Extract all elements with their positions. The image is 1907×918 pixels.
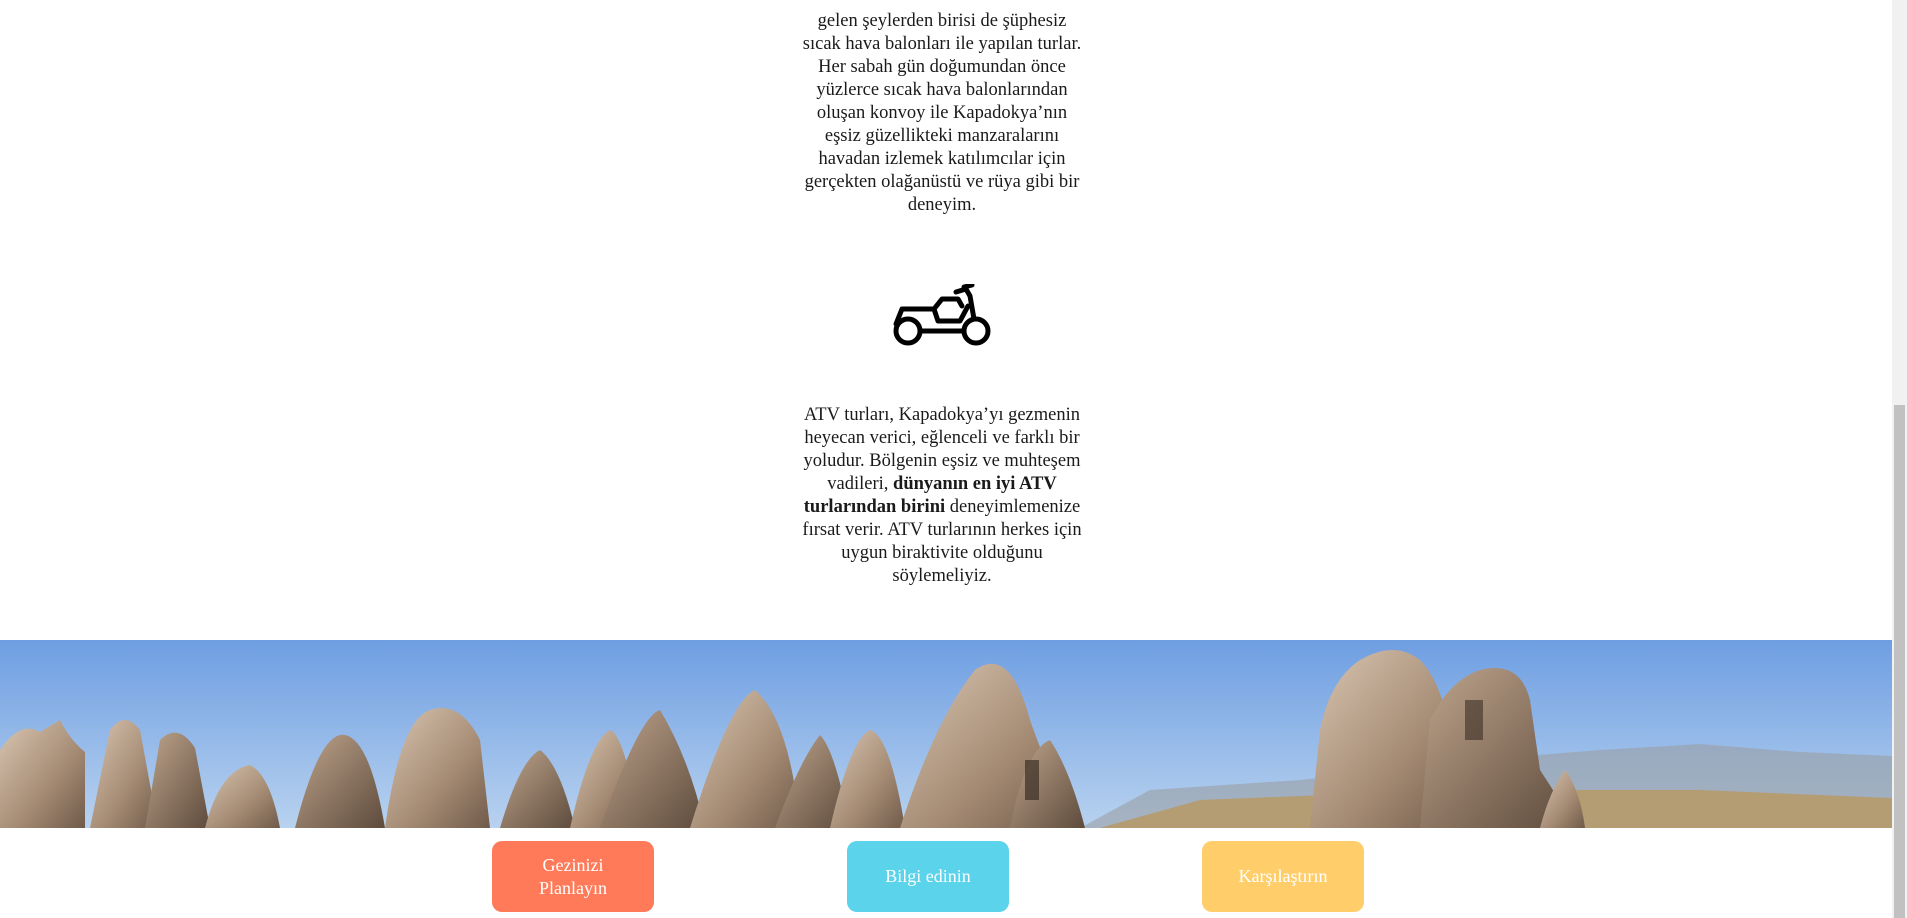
get-info-button[interactable]: Bilgi edinin: [847, 841, 1009, 912]
scrollbar-thumb[interactable]: [1894, 405, 1905, 918]
atv-icon: [893, 284, 991, 346]
page-content: gelen şeylerden birisi de şüphesiz sıcak…: [0, 0, 1892, 918]
cta-row: Gezinizi Planlayın Bilgi edinin Karşılaş…: [0, 828, 1892, 918]
compare-button[interactable]: Karşılaştırın: [1202, 841, 1364, 912]
cappadocia-banner-image: [0, 640, 1892, 828]
atv-tour-description: ATV turları, Kapadokya’yı gezmenin heyec…: [798, 404, 1086, 588]
plan-trip-button[interactable]: Gezinizi Planlayın: [492, 841, 654, 912]
balloon-tour-description: gelen şeylerden birisi de şüphesiz sıcak…: [802, 10, 1082, 215]
vertical-scrollbar[interactable]: [1892, 0, 1907, 918]
page: gelen şeylerden birisi de şüphesiz sıcak…: [0, 0, 1907, 918]
